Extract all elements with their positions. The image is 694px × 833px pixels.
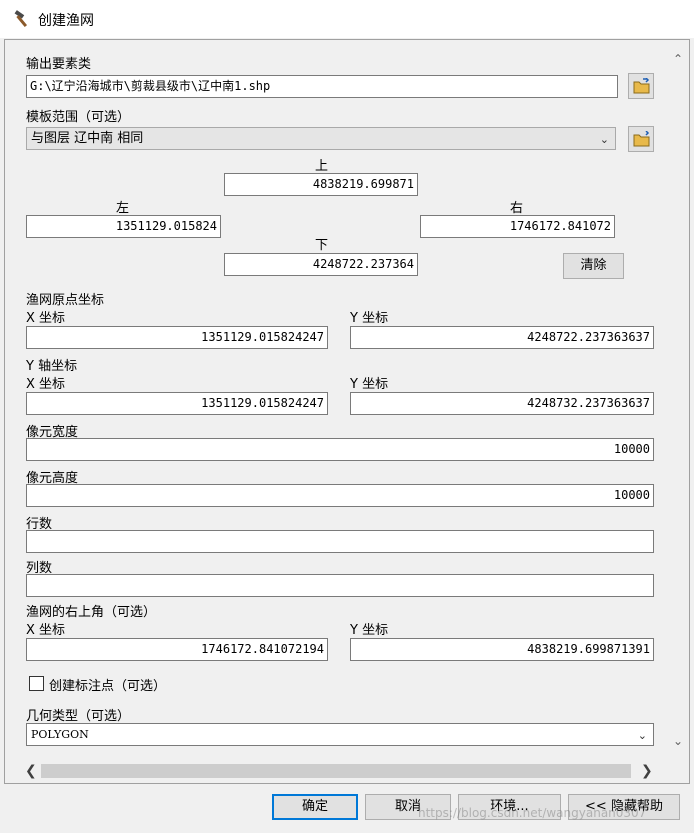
rows-field[interactable] (26, 530, 654, 553)
open-folder-icon (633, 78, 650, 94)
origin-y-field[interactable]: 4248722.237363637 (350, 326, 654, 349)
output-field[interactable]: G:\辽宁沿海城市\剪裁县级市\辽中南1.shp (26, 75, 618, 98)
template-extent-select[interactable]: 与图层 辽中南 相同 ⌄ (26, 127, 616, 150)
corner-label: 渔网的右上角（可选） (26, 605, 157, 620)
tool-dialog-panel: 输出要素类 G:\辽宁沿海城市\剪裁县级市\辽中南1.shp 模板范围（可选） … (4, 39, 690, 784)
create-labels-checkbox[interactable] (29, 676, 44, 691)
extent-top-field[interactable]: 4838219.699871 (224, 173, 418, 196)
corner-y-field[interactable]: 4838219.699871391 (350, 638, 654, 661)
template-label: 模板范围（可选） (26, 110, 131, 125)
cell-height-field[interactable]: 10000 (26, 484, 654, 507)
chevron-down-icon: ⌄ (599, 133, 609, 146)
geometry-value: POLYGON (31, 728, 89, 741)
scroll-up-icon[interactable]: ⌃ (673, 52, 683, 66)
hammer-icon (14, 10, 28, 28)
yaxis-y-label: Y 坐标 (350, 377, 389, 392)
ok-button[interactable]: 确定 (272, 794, 358, 820)
template-browse-button[interactable] (628, 126, 654, 152)
yaxis-y-field[interactable]: 4248732.237363637 (350, 392, 654, 415)
geometry-label: 几何类型（可选） (26, 709, 131, 724)
clear-button[interactable]: 清除 (563, 253, 624, 279)
vertical-scrollbar[interactable]: ⌃ ⌄ (670, 50, 688, 753)
yaxis-label: Y 轴坐标 (26, 359, 78, 374)
title-bar: 创建渔网 (0, 0, 694, 38)
origin-x-field[interactable]: 1351129.015824247 (26, 326, 328, 349)
yaxis-x-label: X 坐标 (26, 377, 66, 392)
chevron-down-icon: ⌄ (637, 729, 647, 742)
origin-y-label: Y 坐标 (350, 311, 389, 326)
geometry-select[interactable]: POLYGON ⌄ (26, 723, 654, 746)
extent-right-field[interactable]: 1746172.841072 (420, 215, 615, 238)
corner-x-label: X 坐标 (26, 623, 66, 638)
extent-left-label: 左 (116, 201, 130, 216)
extent-right-label: 右 (510, 201, 524, 216)
watermark-text: https://blog.csdn.net/wangyanan0307 (418, 806, 647, 820)
template-extent-value: 与图层 辽中南 相同 (31, 131, 144, 146)
scroll-right-icon[interactable]: ❯ (641, 763, 653, 779)
extent-bottom-label: 下 (315, 238, 329, 253)
scroll-down-icon[interactable]: ⌄ (673, 734, 683, 748)
create-labels-label: 创建标注点（可选） (49, 679, 167, 694)
output-label: 输出要素类 (26, 57, 92, 72)
corner-x-field[interactable]: 1746172.841072194 (26, 638, 328, 661)
yaxis-x-field[interactable]: 1351129.015824247 (26, 392, 328, 415)
corner-y-label: Y 坐标 (350, 623, 389, 638)
cols-field[interactable] (26, 574, 654, 597)
extent-bottom-field[interactable]: 4248722.237364 (224, 253, 418, 276)
scroll-left-icon[interactable]: ❮ (25, 763, 37, 779)
horizontal-scrollbar[interactable]: ❮ ❯ (21, 762, 669, 780)
origin-x-label: X 坐标 (26, 311, 66, 326)
window-title: 创建渔网 (38, 13, 94, 29)
output-browse-button[interactable] (628, 73, 654, 99)
extent-top-label: 上 (315, 159, 329, 174)
open-folder-icon (633, 131, 650, 147)
horizontal-scroll-thumb[interactable] (41, 764, 631, 778)
origin-label: 渔网原点坐标 (26, 293, 105, 308)
cell-width-field[interactable]: 10000 (26, 438, 654, 461)
extent-left-field[interactable]: 1351129.015824 (26, 215, 221, 238)
